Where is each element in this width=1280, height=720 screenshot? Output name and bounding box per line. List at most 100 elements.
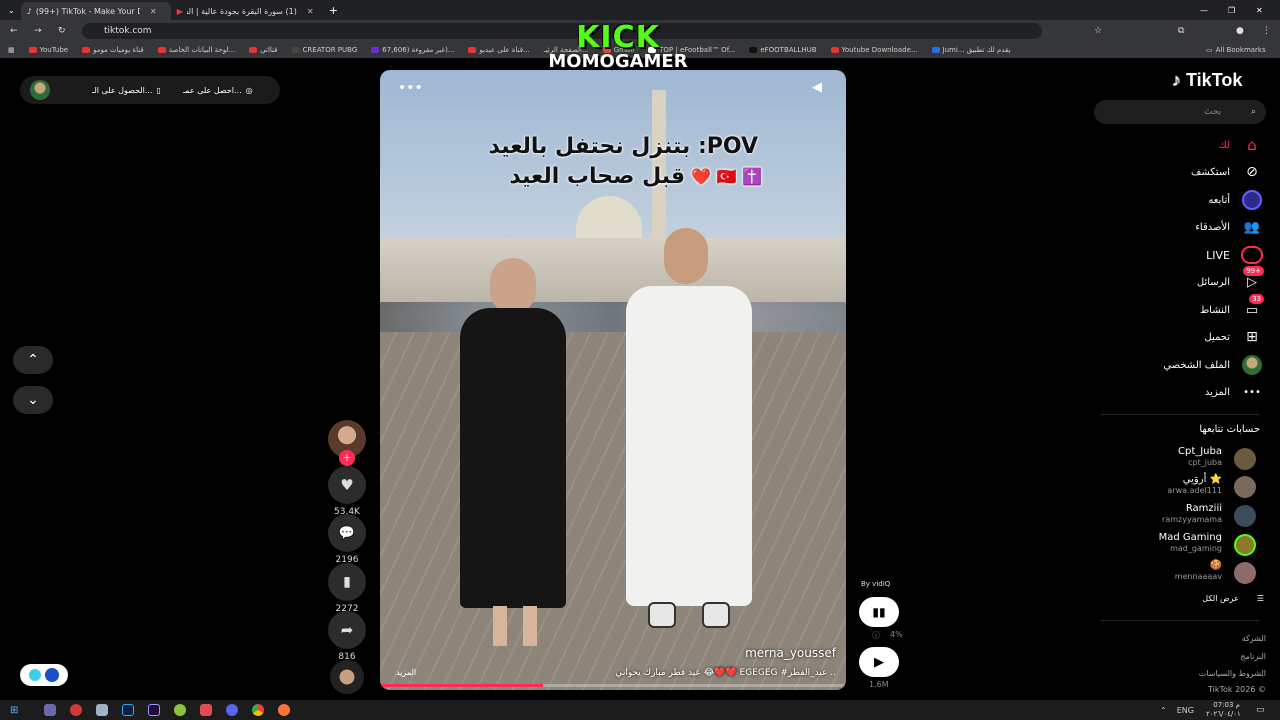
taskbar-app-icon[interactable] — [174, 704, 187, 716]
video-player[interactable]: ••• ◀ بتنزل نحتفل بالعيد :POV قبل صحاب ا… — [380, 70, 846, 690]
avatar — [1234, 534, 1256, 556]
person-man — [602, 228, 772, 648]
footer-copyright: TikTok 2026 © — [1208, 685, 1266, 694]
bookmark-item[interactable]: لوحة البيانات الخاصة... — [157, 46, 235, 54]
youtube-favicon-icon: ▶ — [176, 6, 183, 16]
share-arrow-icon: ➦ — [340, 621, 354, 639]
language-icon[interactable]: ENG — [1177, 706, 1194, 715]
clock[interactable]: 07:03 م ٢٠٢٦/٠٤/٠١ — [1206, 701, 1241, 719]
volume-icon[interactable]: ◀ — [812, 80, 822, 95]
play-button[interactable]: ▶ — [859, 647, 899, 677]
next-video-button[interactable]: ⌄ — [13, 386, 53, 414]
bookmark-item[interactable]: قناة على عيديو... — [468, 46, 530, 54]
bookmark-item[interactable]: YouTube — [28, 46, 68, 54]
upload-icon: ⊞ — [1246, 329, 1258, 345]
previous-video-button[interactable]: ⌃ — [13, 346, 53, 374]
avatar — [1234, 505, 1256, 527]
tab-list-icon[interactable]: ⌄ — [8, 6, 15, 15]
photoshop-icon[interactable] — [122, 704, 135, 716]
video-options-icon[interactable]: ••• — [398, 80, 423, 96]
followed-account[interactable]: Cpt_Juba cpt_juba — [1100, 446, 1260, 472]
apps-icon[interactable]: ▦ — [8, 46, 15, 54]
vidiq-stats-button[interactable]: ▮▮ — [859, 597, 899, 627]
avatar — [1234, 562, 1256, 584]
video-author[interactable]: merna_youssef — [745, 646, 836, 660]
bookmark-star-icon[interactable]: ☆ — [1094, 26, 1102, 36]
nav-live[interactable]: LIVE — [1100, 245, 1264, 265]
forward-icon[interactable]: → — [34, 26, 42, 36]
extensions-icon[interactable]: ⧉ — [1178, 26, 1184, 36]
tiktok-logo[interactable]: ♪ TikTok — [1172, 70, 1242, 91]
nav-more[interactable]: المزيد ••• — [1100, 382, 1264, 402]
follow-plus-icon[interactable]: + — [339, 450, 355, 466]
search-icon[interactable]: ⌕ — [1251, 100, 1256, 124]
nav-messages[interactable]: الرسائل ▷ 99+ — [1100, 266, 1264, 292]
comment-button[interactable]: 💬 — [328, 514, 366, 552]
profile-icon[interactable]: ● — [1236, 26, 1244, 36]
see-all-button[interactable]: عرض الكل ☰ — [1202, 594, 1264, 603]
following-icon — [1240, 190, 1264, 210]
save-button[interactable]: ▮ — [328, 563, 366, 601]
kick-stream-overlay: KICK MOMOGAMER — [548, 23, 688, 72]
caption-more-link[interactable]: المزيد — [396, 668, 416, 677]
discord-icon[interactable] — [226, 704, 239, 716]
taskbar-app-icon[interactable] — [70, 704, 83, 716]
minimize-button[interactable]: — — [1200, 6, 1208, 15]
all-bookmarks[interactable]: ▭ All Bookmarks — [1206, 46, 1266, 54]
maximize-button[interactable]: ❐ — [1228, 6, 1235, 15]
close-tab-icon[interactable]: ✕ — [307, 7, 314, 16]
footer-terms[interactable]: الشروط والسياسات — [1199, 669, 1266, 678]
live-icon — [1240, 245, 1264, 265]
get-app-button[interactable]: احصل على عمـ... ◎ — [183, 86, 253, 95]
new-tab-button[interactable]: + — [329, 4, 338, 17]
followed-account[interactable]: Ramziii ramzyyamama — [1100, 503, 1260, 529]
get-coins-button[interactable]: الحصول على الـ... ▯ — [92, 86, 161, 95]
reload-icon[interactable]: ↻ — [58, 26, 66, 36]
chrome-icon[interactable] — [252, 704, 265, 716]
author-avatar[interactable]: + — [327, 420, 367, 466]
followed-account[interactable]: أروَيي ⭐ arwa.adel111 — [1100, 474, 1260, 500]
chevron-up-icon[interactable]: ⌃ — [1160, 706, 1167, 715]
bookmark-item[interactable]: eFOOTBALLHUB — [749, 46, 817, 54]
taskbar-app-icon[interactable] — [44, 704, 57, 716]
nav-for-you[interactable]: لك ⌂ — [1100, 135, 1264, 155]
bookmark-item[interactable]: قناة يوميات مومو — [82, 46, 144, 54]
bookmark-item[interactable]: 67,606) غير مقروءة)... — [371, 46, 454, 54]
back-icon[interactable]: ← — [10, 26, 18, 36]
nav-friends[interactable]: الأصدقاء 👥 — [1100, 217, 1264, 237]
profile-icon — [1240, 355, 1264, 375]
bookmark-item[interactable]: Youtube Downloade... — [830, 46, 918, 54]
bookmark-item[interactable]: Jumi... يقدم لك تطبيق — [931, 46, 1010, 54]
search-input[interactable]: بحث ⌕ — [1094, 100, 1266, 124]
footer-company[interactable]: الشركة — [1242, 634, 1266, 643]
tab-tiktok[interactable]: ♪ (99+) TikTok - Make Your Da... ✕ — [20, 2, 171, 20]
footer-program[interactable]: البرنامج — [1240, 652, 1266, 661]
taskbar-app-icon[interactable] — [200, 704, 213, 716]
extension-widget[interactable] — [20, 664, 68, 686]
like-button[interactable]: ♥ — [328, 466, 366, 504]
taskbar-app-icon[interactable] — [96, 704, 109, 716]
nav-following[interactable]: أتابعه — [1100, 190, 1264, 210]
tab-youtube[interactable]: ▶ (1) سورة البقرة بجودة عالية | الش... ✕ — [171, 2, 321, 20]
nav-explore[interactable]: استكشف ⊘ — [1100, 162, 1264, 182]
firefox-icon[interactable] — [278, 704, 291, 716]
premiere-icon[interactable] — [148, 704, 161, 716]
nav-activity[interactable]: النشاط ▭ 33 — [1100, 294, 1264, 320]
avatar[interactable] — [30, 80, 50, 100]
followed-account[interactable]: 🍪 mennaaaav — [1100, 560, 1260, 586]
bookmark-item[interactable]: CREATOR PUBG — [291, 46, 357, 54]
close-tab-icon[interactable]: ✕ — [150, 7, 157, 16]
video-progress-track[interactable] — [380, 684, 846, 687]
nav-profile[interactable]: الملف الشخصي — [1100, 355, 1264, 375]
followed-account[interactable]: Mad Gaming mad_gaming — [1100, 532, 1260, 558]
share-button[interactable]: ➦ — [328, 611, 366, 649]
notifications-icon[interactable]: ▭ — [1256, 705, 1265, 715]
download-app-icon: ◎ — [245, 85, 253, 95]
coin-icon: ▯ — [156, 85, 161, 95]
music-disc[interactable] — [327, 660, 367, 694]
nav-upload[interactable]: تحميل ⊞ — [1100, 327, 1264, 347]
close-window-button[interactable]: ✕ — [1256, 6, 1263, 15]
windows-start-icon[interactable]: ⊞ — [10, 705, 18, 716]
browser-menu-icon[interactable]: ⋮ — [1262, 26, 1271, 36]
bookmark-item[interactable]: قنااتي — [249, 46, 278, 54]
